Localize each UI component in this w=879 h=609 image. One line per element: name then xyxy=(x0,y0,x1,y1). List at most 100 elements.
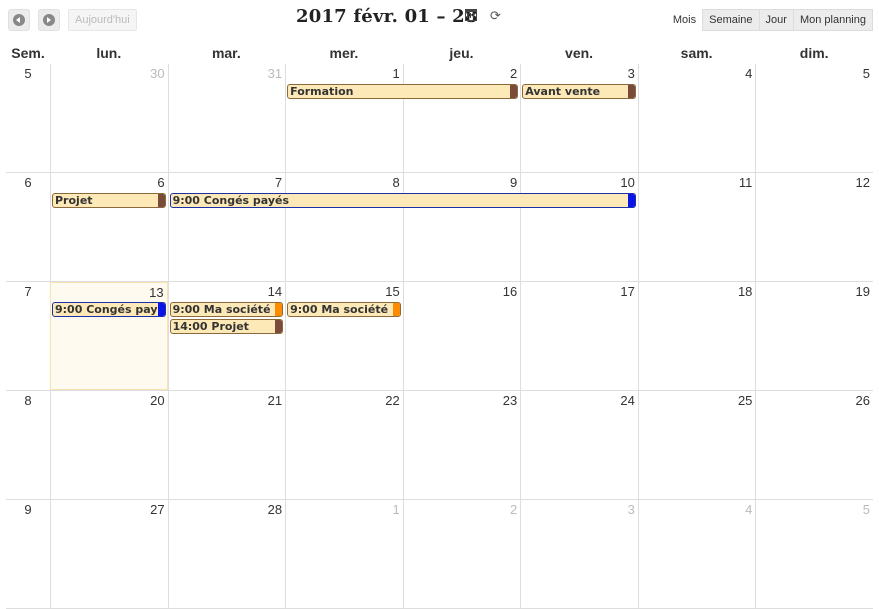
day-cell[interactable]: 28 xyxy=(167,500,286,608)
day-cell[interactable]: 9 xyxy=(402,173,521,281)
day-cell[interactable]: 5 xyxy=(755,500,873,608)
day-cell-today[interactable]: 13 xyxy=(50,282,168,390)
chevron-right-icon xyxy=(43,14,55,26)
view-button-semaine[interactable]: Semaine xyxy=(702,9,760,31)
day-cell[interactable]: 18 xyxy=(637,282,756,390)
view-button-jour[interactable]: Jour xyxy=(758,9,794,31)
day-cell[interactable]: 2 xyxy=(402,64,521,172)
day-cell[interactable]: 27 xyxy=(50,500,168,608)
day-number[interactable]: 16 xyxy=(503,284,517,299)
day-cell[interactable]: 3 xyxy=(520,64,638,172)
day-cell[interactable]: 11 xyxy=(637,173,756,281)
day-cell[interactable]: 12 xyxy=(755,173,873,281)
day-cell[interactable]: 16 xyxy=(402,282,521,390)
day-cell[interactable]: 24 xyxy=(520,391,638,499)
day-number[interactable]: 3 xyxy=(628,502,635,517)
day-number[interactable]: 1 xyxy=(392,502,399,517)
day-number[interactable]: 18 xyxy=(738,284,752,299)
day-number[interactable]: 31 xyxy=(268,66,282,81)
view-switcher: Mois Semaine Jour Mon planning xyxy=(665,9,873,31)
day-cell[interactable]: 6 xyxy=(50,173,168,281)
calendar-event[interactable]: 14:00 Projet xyxy=(169,319,284,334)
day-number[interactable]: 8 xyxy=(392,175,399,190)
calendar-event[interactable]: 9:00 Congés payés xyxy=(169,193,636,208)
calendar-event[interactable]: Projet xyxy=(52,193,166,208)
prev-button[interactable] xyxy=(8,9,30,31)
day-number[interactable]: 9 xyxy=(510,175,517,190)
day-number[interactable]: 27 xyxy=(150,502,164,517)
day-number[interactable]: 26 xyxy=(856,393,870,408)
day-number[interactable]: 5 xyxy=(863,502,870,517)
day-number[interactable]: 20 xyxy=(150,393,164,408)
header-week: Sem. xyxy=(11,45,45,61)
day-number[interactable]: 12 xyxy=(856,175,870,190)
event-label: 14:00 Projet xyxy=(172,320,249,333)
refresh-icon[interactable]: ⟳ xyxy=(490,9,501,24)
day-cell[interactable]: 25 xyxy=(637,391,756,499)
day-cell[interactable]: 21 xyxy=(167,391,286,499)
day-cell[interactable]: 26 xyxy=(755,391,873,499)
day-number[interactable]: 7 xyxy=(275,175,282,190)
day-number[interactable]: 10 xyxy=(620,175,634,190)
day-cell[interactable]: 23 xyxy=(402,391,521,499)
day-cell[interactable]: 14 xyxy=(167,282,286,390)
day-number[interactable]: 28 xyxy=(268,502,282,517)
day-cell[interactable]: 10 xyxy=(520,173,638,281)
day-number[interactable]: 13 xyxy=(149,285,163,300)
view-button-mon-planning[interactable]: Mon planning xyxy=(792,9,873,31)
day-number[interactable]: 11 xyxy=(739,175,753,190)
week-row: 6 6 7 8 9 10 11 12 xyxy=(6,173,873,282)
header-day-6: sam. xyxy=(680,45,713,61)
day-cell[interactable]: 20 xyxy=(50,391,168,499)
calendar-event[interactable]: 9:00 Congés payés xyxy=(52,302,166,317)
day-number[interactable]: 14 xyxy=(268,284,282,299)
day-number[interactable]: 22 xyxy=(385,393,399,408)
day-cell[interactable]: 15 xyxy=(285,282,403,390)
day-number[interactable]: 15 xyxy=(385,284,399,299)
next-button[interactable] xyxy=(38,9,60,31)
day-number[interactable]: 2 xyxy=(510,502,517,517)
day-cell[interactable]: 5 xyxy=(755,64,873,172)
today-button[interactable]: Aujourd'hui xyxy=(68,9,137,31)
calendar-event[interactable]: 9:00 Ma société xyxy=(287,302,401,317)
day-number[interactable]: 4 xyxy=(745,502,752,517)
calendar-event[interactable]: Formation xyxy=(287,84,519,99)
header-day-7: dim. xyxy=(799,45,829,61)
calendar-event[interactable]: Avant vente xyxy=(522,84,636,99)
calendar-icon[interactable] xyxy=(465,9,477,21)
day-cell[interactable]: 4 xyxy=(637,500,756,608)
day-number[interactable]: 19 xyxy=(856,284,870,299)
event-label: Formation xyxy=(290,85,354,98)
day-number[interactable]: 2 xyxy=(510,66,517,81)
day-number[interactable]: 3 xyxy=(628,66,635,81)
day-cell[interactable]: 22 xyxy=(285,391,403,499)
day-number[interactable]: 1 xyxy=(392,66,399,81)
day-number[interactable]: 23 xyxy=(503,393,517,408)
day-cell[interactable]: 31 xyxy=(167,64,286,172)
calendar-event[interactable]: 9:00 Ma société xyxy=(169,302,284,317)
day-number[interactable]: 25 xyxy=(738,393,752,408)
view-button-mois[interactable]: Mois xyxy=(665,9,704,31)
event-color-marker xyxy=(627,85,635,98)
day-cell[interactable]: 1 xyxy=(285,64,403,172)
week-row: 9 27 28 1 2 3 4 5 xyxy=(6,500,873,609)
event-label: Projet xyxy=(55,194,93,207)
day-number[interactable]: 30 xyxy=(150,66,164,81)
day-cell[interactable]: 3 xyxy=(520,500,638,608)
week-number: 5 xyxy=(24,66,32,81)
day-cell[interactable]: 1 xyxy=(285,500,403,608)
day-cell[interactable]: 2 xyxy=(402,500,521,608)
day-number[interactable]: 4 xyxy=(745,66,752,81)
header-day-4: jeu. xyxy=(449,45,474,61)
day-number[interactable]: 21 xyxy=(268,393,282,408)
day-cell[interactable]: 30 xyxy=(50,64,168,172)
day-cell[interactable]: 7 xyxy=(167,173,286,281)
day-number[interactable]: 6 xyxy=(157,175,164,190)
day-cell[interactable]: 19 xyxy=(755,282,873,390)
day-cell[interactable]: 4 xyxy=(637,64,756,172)
day-number[interactable]: 17 xyxy=(620,284,634,299)
day-cell[interactable]: 8 xyxy=(285,173,403,281)
day-cell[interactable]: 17 xyxy=(520,282,638,390)
day-number[interactable]: 5 xyxy=(863,66,870,81)
day-number[interactable]: 24 xyxy=(620,393,634,408)
